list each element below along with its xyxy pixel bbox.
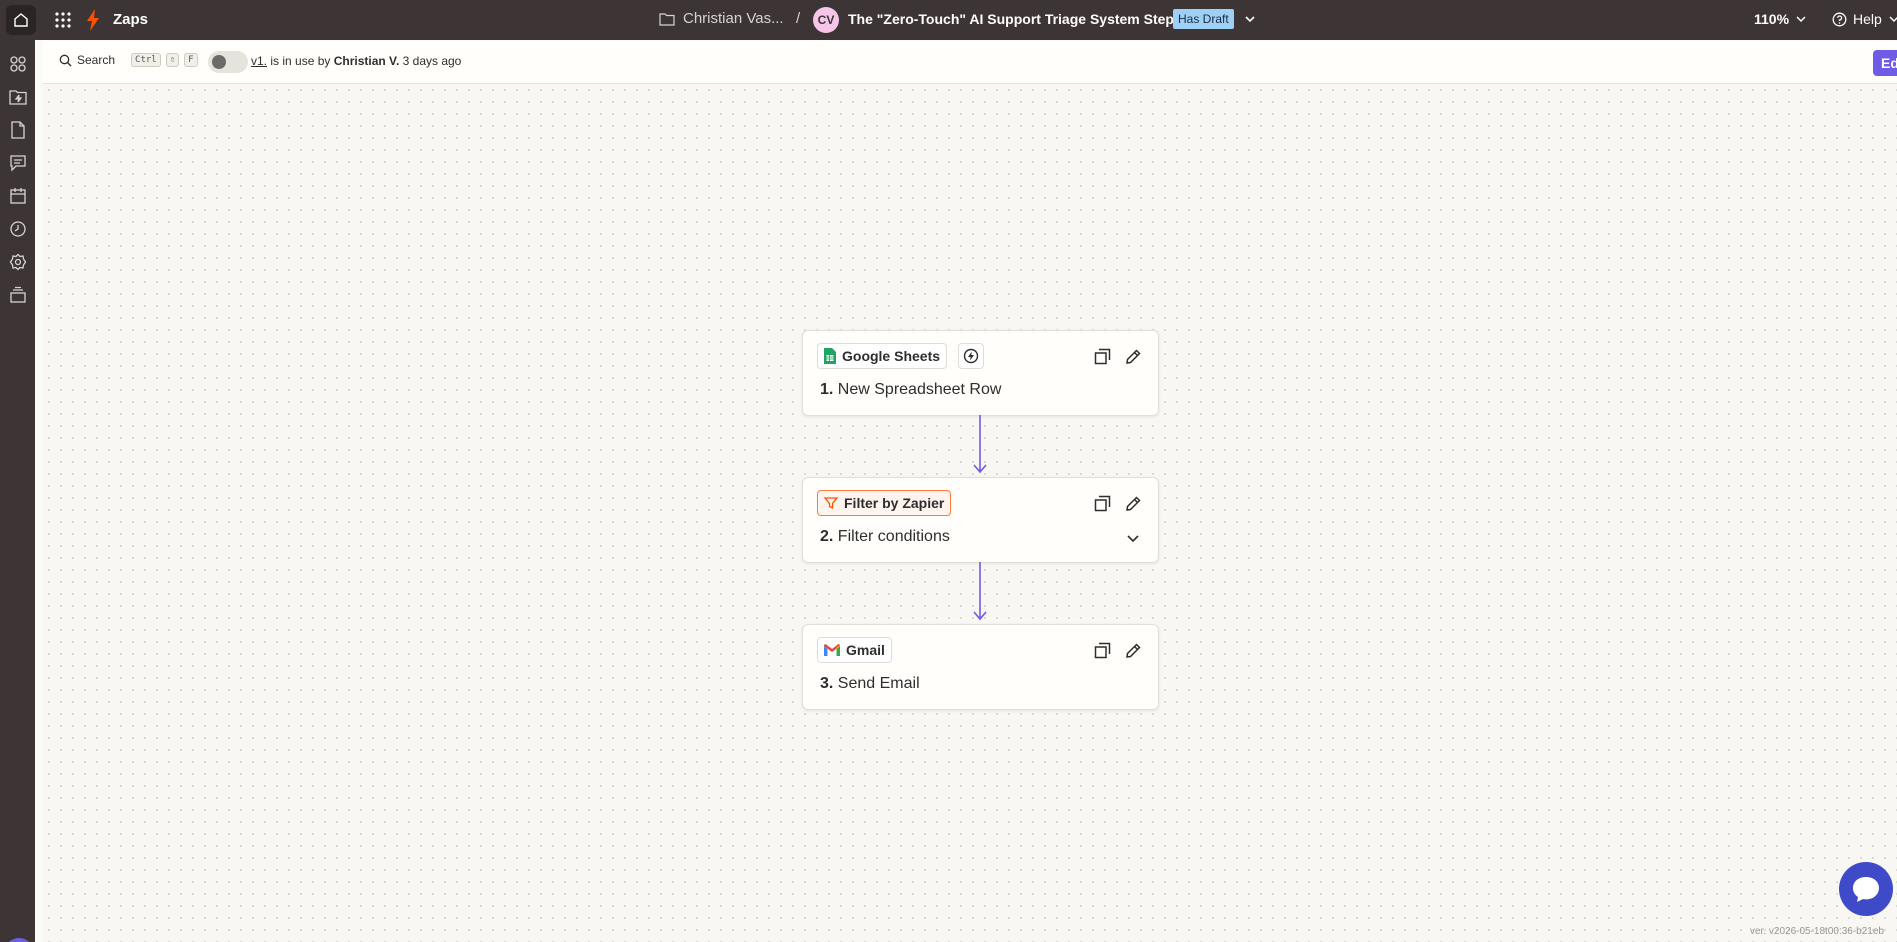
step-title: 2. Filter conditions	[820, 528, 950, 546]
top-bar: Zaps Christian Vas... / CV The "Zero-Tou…	[0, 0, 1897, 40]
connector-arrow	[973, 562, 987, 621]
chat-icon[interactable]	[9, 154, 27, 172]
shortcut-key: F	[184, 53, 198, 67]
step-card-action[interactable]: Gmail 3. Send Email	[802, 624, 1159, 710]
support-chat-button[interactable]	[1839, 862, 1893, 916]
history-icon[interactable]	[9, 220, 27, 238]
breadcrumb-folder[interactable]: Christian Vas...	[659, 10, 784, 27]
version-link[interactable]: v1.	[251, 54, 267, 68]
google-sheets-icon	[824, 348, 836, 364]
search-button[interactable]: Search Ctrl ⇧ F	[59, 53, 198, 67]
draft-badge: Has Draft	[1173, 9, 1234, 29]
zap-toolbar: Search Ctrl ⇧ F v1. is in use by Christi…	[43, 41, 1897, 84]
shortcut-key: Ctrl	[131, 53, 161, 67]
step-name: New Spreadsheet Row	[837, 381, 1002, 398]
edit-pencil-icon[interactable]	[1125, 495, 1142, 512]
step-name: Filter conditions	[837, 528, 950, 545]
help-label: Help	[1853, 11, 1882, 27]
search-label: Search	[77, 53, 116, 67]
zap-folder-icon[interactable]	[9, 88, 27, 106]
step-card-filter[interactable]: Filter by Zapier 2. Filter conditions	[802, 477, 1159, 563]
app-name: Gmail	[846, 642, 885, 658]
duplicate-icon[interactable]	[1094, 348, 1111, 365]
app-name: Google Sheets	[842, 348, 941, 364]
shortcut-key: ⇧	[165, 53, 180, 67]
step-number: 3.	[820, 675, 834, 692]
chevron-down-icon[interactable]	[1243, 12, 1257, 26]
zap-bolt-icon	[87, 9, 99, 31]
gmail-icon	[824, 644, 840, 656]
left-sidebar	[0, 40, 35, 942]
usage-text: is in use by	[267, 54, 334, 68]
edit-pencil-icon[interactable]	[1125, 348, 1142, 365]
help-icon	[1832, 12, 1847, 26]
step-card-trigger[interactable]: Google Sheets 1. New Spreadsheet Row	[802, 330, 1159, 416]
zap-on-off-toggle[interactable]	[208, 51, 248, 73]
chevron-down-icon	[1889, 16, 1897, 23]
bolt-circle-icon	[963, 348, 979, 364]
document-icon[interactable]	[9, 121, 27, 139]
versions-icon[interactable]	[9, 286, 27, 304]
build-version: ver. v2026-05-18t00:36-b21eb	[1750, 926, 1884, 937]
edit-draft-button[interactable]: Edit draft	[1873, 50, 1897, 76]
breadcrumb-separator: /	[796, 10, 801, 27]
home-icon	[14, 13, 28, 27]
apps-icon[interactable]	[9, 55, 27, 73]
app-chip[interactable]: Gmail	[817, 637, 892, 663]
step-name: Send Email	[837, 675, 920, 692]
folder-icon	[659, 12, 675, 26]
zap-title[interactable]: The "Zero-Touch" AI Support Triage Syste…	[848, 11, 1186, 27]
settings-icon[interactable]	[9, 253, 27, 271]
step-number: 2.	[820, 528, 834, 545]
version-status: v1. is in use by Christian V. 3 days ago	[251, 54, 461, 68]
search-icon	[59, 54, 72, 66]
zoom-select[interactable]: 110%	[1754, 11, 1807, 27]
instant-trigger-badge	[958, 343, 984, 369]
duplicate-icon[interactable]	[1094, 642, 1111, 659]
copilot-button[interactable]	[4, 938, 34, 942]
app-chip[interactable]: Filter by Zapier	[817, 490, 952, 516]
app-chip[interactable]: Google Sheets	[817, 343, 948, 369]
connector-arrow	[973, 415, 987, 474]
chevron-down-icon	[1796, 16, 1806, 23]
duplicate-icon[interactable]	[1094, 495, 1111, 512]
app-name: Filter by Zapier	[844, 495, 945, 511]
edit-pencil-icon[interactable]	[1125, 642, 1142, 659]
folder-name: Christian Vas...	[683, 10, 784, 27]
owner-avatar: CV	[813, 7, 839, 33]
filter-icon	[824, 497, 838, 510]
calendar-icon[interactable]	[9, 187, 27, 205]
toggle-knob	[212, 55, 226, 69]
zoom-level: 110%	[1754, 11, 1790, 27]
step-title: 3. Send Email	[820, 675, 920, 693]
user-name: Christian V.	[333, 54, 400, 68]
home-button[interactable]	[6, 5, 36, 35]
chevron-down-icon[interactable]	[1125, 530, 1141, 546]
chat-bubble-icon	[1853, 877, 1879, 902]
step-number: 1.	[820, 381, 834, 398]
apps-grid-icon[interactable]	[53, 10, 73, 30]
zaps-link[interactable]: Zaps	[113, 11, 148, 28]
time-ago: 3 days ago	[402, 54, 462, 68]
help-menu[interactable]: Help	[1832, 11, 1897, 27]
step-title: 1. New Spreadsheet Row	[820, 381, 1001, 399]
